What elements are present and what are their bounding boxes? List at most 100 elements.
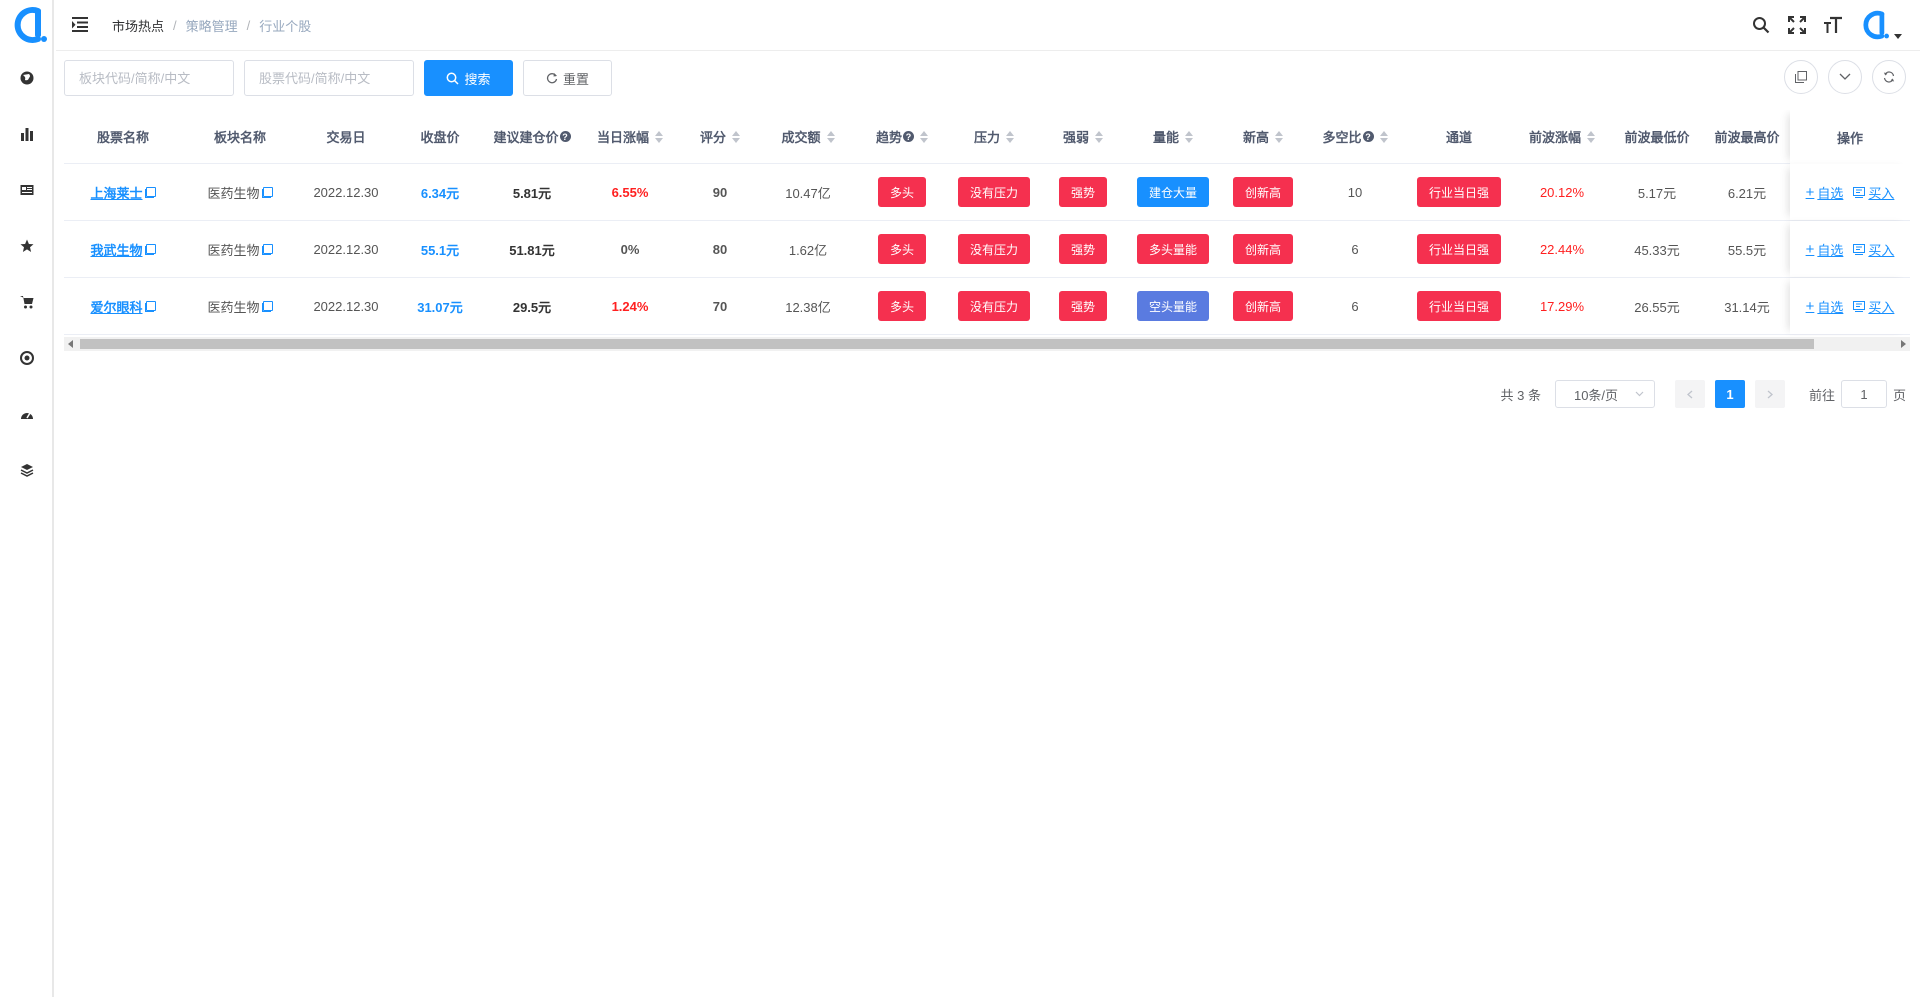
col-wave-change[interactable]: 前波涨幅 [1512, 110, 1612, 163]
volume-cell: 多头量能 [1124, 221, 1222, 277]
actions-cell: + 自选 买入 [1790, 221, 1910, 277]
breadcrumb-item-strategy[interactable]: 策略管理 [186, 16, 238, 35]
sort-icon[interactable] [1185, 130, 1193, 143]
reset-button[interactable]: 重置 [523, 60, 612, 96]
stock-table: 股票名称 板块名称 交易日 收盘价 建议建仓价? 当日涨幅 评分 成交额 趋势?… [64, 110, 1910, 354]
sort-icon[interactable] [1379, 130, 1388, 143]
buy-button[interactable]: 买入 [1853, 183, 1894, 202]
cart-icon[interactable] [17, 292, 37, 312]
copy-icon[interactable] [261, 243, 273, 255]
bar-chart-icon[interactable] [17, 124, 37, 144]
chevron-down-icon [1839, 73, 1851, 80]
goto-page-input[interactable] [1840, 380, 1887, 408]
sort-icon[interactable] [1006, 130, 1014, 143]
help-icon[interactable]: ? [903, 131, 914, 142]
copy-icon[interactable] [261, 300, 273, 312]
user-avatar-menu[interactable] [1858, 10, 1902, 40]
buy-button[interactable]: 买入 [1853, 240, 1894, 259]
stock-name-cell: 爱尔眼科 [64, 278, 182, 334]
col-daily-change[interactable]: 当日涨幅 [578, 110, 682, 163]
horizontal-scrollbar[interactable] [64, 337, 1910, 351]
news-icon[interactable] [17, 180, 37, 200]
sort-icon[interactable] [1095, 130, 1103, 143]
buy-button[interactable]: 买入 [1853, 297, 1894, 316]
col-score[interactable]: 评分 [682, 110, 758, 163]
trend-tag: 多头 [877, 234, 926, 264]
breadcrumb-separator: / [173, 18, 177, 33]
trade-date: 2022.12.30 [313, 184, 379, 200]
caret-down-icon[interactable] [1894, 34, 1902, 40]
sort-icon[interactable] [732, 130, 740, 143]
app-logo[interactable] [8, 6, 48, 44]
next-page-button[interactable] [1754, 380, 1785, 408]
col-trend[interactable]: 趋势? [858, 110, 946, 163]
wave-high: 6.21元 [1727, 185, 1767, 201]
avatar[interactable] [1858, 10, 1890, 40]
globe-icon[interactable] [17, 68, 37, 88]
sector-name-cell: 医药生物 [182, 221, 298, 277]
refresh-icon [546, 73, 558, 84]
actions-cell: + 自选 买入 [1790, 278, 1910, 334]
new-high-tag: 创新高 [1232, 291, 1293, 321]
star-icon[interactable] [17, 236, 37, 256]
col-long-short-ratio[interactable]: 多空比? [1304, 110, 1406, 163]
col-pressure[interactable]: 压力 [946, 110, 1042, 163]
copy-icon[interactable] [144, 300, 156, 312]
sort-icon[interactable] [1587, 130, 1595, 143]
layers-icon[interactable] [17, 460, 37, 480]
table-header: 股票名称 板块名称 交易日 收盘价 建议建仓价? 当日涨幅 评分 成交额 趋势?… [64, 110, 1910, 164]
buy-icon [1853, 300, 1866, 312]
stock-name-link[interactable]: 爱尔眼科 [90, 297, 142, 316]
help-icon[interactable]: ? [559, 131, 571, 142]
refresh-button[interactable] [1872, 60, 1906, 94]
copy-button[interactable] [1784, 60, 1818, 94]
copy-icon[interactable] [144, 186, 156, 198]
sort-icon[interactable] [920, 130, 928, 143]
col-volume[interactable]: 量能 [1124, 110, 1222, 163]
scroll-right-arrow-icon[interactable] [1901, 340, 1906, 348]
add-watchlist-button[interactable]: + 自选 [1806, 240, 1844, 259]
expand-button[interactable] [1828, 60, 1862, 94]
volume-tag: 空头量能 [1136, 291, 1209, 321]
score: 90 [712, 184, 728, 200]
fullscreen-icon[interactable] [1786, 14, 1808, 36]
copy-icon[interactable] [261, 186, 273, 198]
col-suggest-price: 建议建仓价? [486, 110, 578, 163]
new-high-cell: 创新高 [1222, 221, 1304, 277]
page-number-current[interactable]: 1 [1714, 380, 1745, 408]
copy-icon[interactable] [144, 243, 156, 255]
scroll-left-arrow-icon[interactable] [68, 340, 73, 348]
new-high-cell: 创新高 [1222, 164, 1304, 220]
goto-suffix: 页 [1892, 387, 1906, 403]
pressure-tag: 没有压力 [957, 177, 1030, 207]
sort-icon[interactable] [826, 130, 835, 143]
stock-name-link[interactable]: 上海莱士 [90, 183, 142, 202]
add-watchlist-button[interactable]: + 自选 [1806, 297, 1844, 316]
buy-icon [1853, 186, 1866, 198]
font-size-icon[interactable] [1822, 14, 1844, 36]
search-button[interactable]: 搜索 [424, 60, 513, 96]
col-amount[interactable]: 成交额 [758, 110, 858, 163]
page-size-select[interactable]: 10条/页 [1554, 380, 1655, 408]
col-new-high[interactable]: 新高 [1222, 110, 1304, 163]
score: 80 [712, 241, 728, 257]
trade-date: 2022.12.30 [313, 241, 379, 257]
sort-icon[interactable] [1275, 130, 1283, 143]
search-icon[interactable] [1750, 14, 1772, 36]
dashboard-icon[interactable] [17, 404, 37, 424]
pressure-tag: 没有压力 [957, 291, 1030, 321]
sector-code-input[interactable] [64, 60, 234, 96]
add-watchlist-button[interactable]: + 自选 [1806, 183, 1844, 202]
breadcrumb-item-market[interactable]: 市场热点 [112, 16, 164, 35]
sector-name-cell: 医药生物 [182, 164, 298, 220]
new-high-tag: 创新高 [1232, 234, 1293, 264]
menu-toggle-icon[interactable] [71, 15, 89, 33]
stock-name-link[interactable]: 我武生物 [90, 240, 142, 259]
target-icon[interactable] [17, 348, 37, 368]
sort-icon[interactable] [655, 130, 663, 143]
prev-page-button[interactable] [1674, 380, 1705, 408]
help-icon[interactable]: ? [1362, 131, 1374, 142]
scrollbar-thumb[interactable] [80, 339, 1814, 349]
col-strength[interactable]: 强弱 [1042, 110, 1124, 163]
stock-code-input[interactable] [244, 60, 414, 96]
